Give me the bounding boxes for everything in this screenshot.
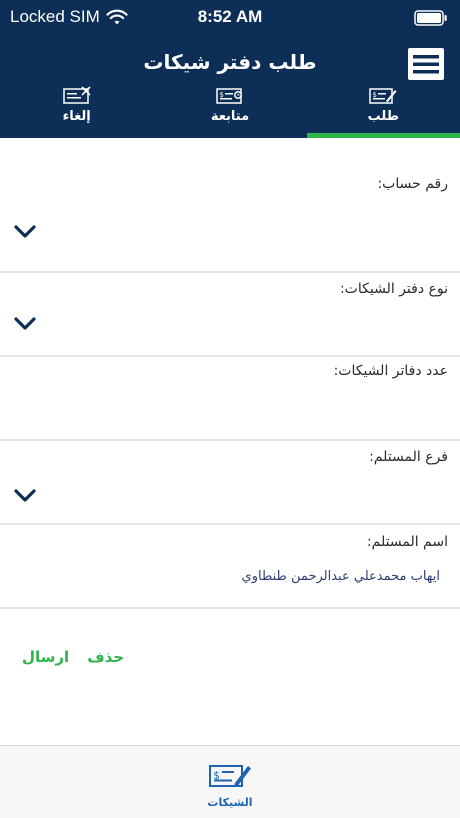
tab-cancel[interactable]: إلغاء bbox=[0, 84, 153, 138]
cheque-track-icon: $ bbox=[216, 88, 242, 104]
chevron-down-icon[interactable] bbox=[13, 488, 37, 504]
recipient-name-field[interactable]: اسم المستلم: ايهاب محمدعلي عبدالرحمن طنط… bbox=[0, 525, 460, 609]
recipient-branch-select[interactable]: فرع المستلم: bbox=[0, 441, 460, 525]
cheque-write-icon: $ bbox=[209, 765, 251, 787]
tab-track[interactable]: $ متابعة bbox=[153, 84, 306, 138]
cheque-cancel-icon bbox=[62, 86, 91, 104]
cheque-write-icon: $ bbox=[369, 88, 397, 104]
bottom-tab-cheques[interactable]: $ الشيكات bbox=[0, 760, 460, 809]
tab-cancel-label: إلغاء bbox=[62, 109, 91, 124]
chequebook-count-label: عدد دفاتر الشيكات: bbox=[333, 363, 448, 379]
recipient-name-value: ايهاب محمدعلي عبدالرحمن طنطاوي bbox=[241, 569, 440, 584]
account-number-label: رقم حساب: bbox=[377, 176, 448, 192]
tab-track-label: متابعة bbox=[210, 109, 250, 124]
chequebook-type-label: نوع دفتر الشيكات: bbox=[339, 281, 448, 297]
account-number-select[interactable]: رقم حساب: bbox=[0, 138, 460, 273]
chevron-down-icon[interactable] bbox=[13, 316, 37, 332]
bottom-tab-label: الشيكات bbox=[207, 796, 253, 809]
header: Locked SIM 8:52 AM طلب دفتر شيكات إلغاء … bbox=[0, 0, 460, 138]
recipient-branch-label: فرع المستلم: bbox=[369, 449, 448, 465]
battery-icon bbox=[414, 10, 447, 26]
chevron-down-icon[interactable] bbox=[13, 224, 37, 240]
tab-request[interactable]: $ طلب bbox=[306, 84, 460, 138]
top-tabs: إلغاء $ متابعة $ طلب bbox=[0, 84, 460, 138]
chequebook-count-input[interactable]: عدد دفاتر الشيكات: bbox=[0, 357, 460, 441]
page-title: طلب دفتر شيكات bbox=[143, 50, 317, 74]
status-bar: Locked SIM 8:52 AM bbox=[0, 0, 460, 36]
send-button[interactable]: ارسال bbox=[22, 648, 69, 666]
recipient-name-label: اسم المستلم: bbox=[366, 534, 448, 550]
app-screen: Locked SIM 8:52 AM طلب دفتر شيكات إلغاء … bbox=[0, 0, 460, 818]
chequebook-type-select[interactable]: نوع دفتر الشيكات: bbox=[0, 273, 460, 357]
clock: 8:52 AM bbox=[197, 7, 263, 26]
svg-text:$: $ bbox=[219, 91, 223, 99]
chequebook-form: رقم حساب: نوع دفتر الشيكات: عدد دفاتر ال… bbox=[0, 138, 460, 609]
delete-button[interactable]: حذف bbox=[87, 648, 124, 666]
bottom-tab-bar: $ الشيكات bbox=[0, 745, 460, 818]
svg-text:$: $ bbox=[373, 91, 377, 99]
tab-request-label: طلب bbox=[367, 109, 399, 124]
hamburger-icon bbox=[408, 48, 444, 80]
form-actions: حذف ارسال bbox=[22, 648, 124, 666]
menu-button[interactable] bbox=[406, 46, 446, 82]
